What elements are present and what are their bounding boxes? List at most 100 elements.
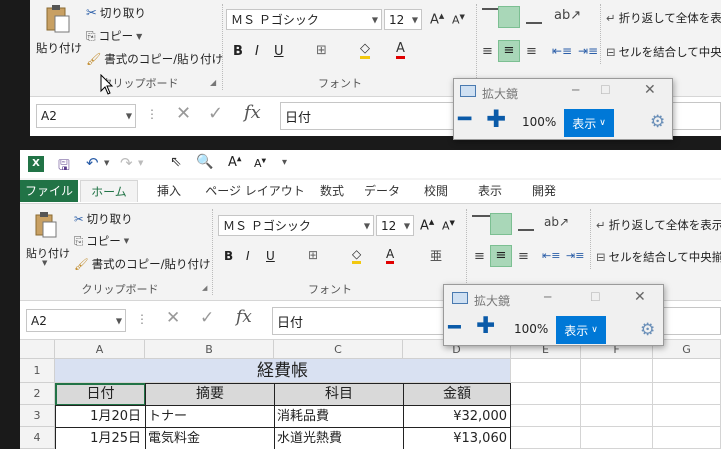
underline-icon[interactable]: U bbox=[266, 249, 275, 263]
bold-icon[interactable]: B bbox=[233, 44, 243, 59]
copy-button[interactable]: ⎘ コピー ▼ bbox=[86, 28, 142, 44]
align-bottom-icon[interactable] bbox=[526, 10, 542, 24]
align-left-icon[interactable]: ≡ bbox=[474, 249, 485, 264]
cell[interactable] bbox=[511, 383, 581, 405]
cell[interactable] bbox=[511, 405, 581, 427]
wrap-text-button[interactable]: ↵ 折り返して全体を表示 bbox=[596, 217, 721, 233]
cut-button[interactable]: ✂ 切り取り bbox=[86, 5, 146, 21]
column-header-a[interactable]: A bbox=[55, 340, 145, 359]
font-name-select[interactable]: ＭＳ Ｐゴシック ▼ bbox=[226, 9, 382, 30]
font-name-select[interactable]: ＭＳ Ｐゴシック ▼ bbox=[218, 215, 374, 236]
dialog-launcher-icon[interactable]: ◢ bbox=[202, 284, 207, 292]
date-cell[interactable]: 1月20日 bbox=[55, 405, 146, 428]
chevron-down-icon[interactable]: ▼ bbox=[138, 159, 143, 167]
paste-button[interactable]: 貼り付け ▼ bbox=[26, 209, 70, 267]
cut-button[interactable]: ✂ 切り取り bbox=[74, 211, 133, 227]
format-painter-button[interactable]: 🖌 書式のコピー/貼り付け bbox=[74, 256, 210, 272]
chevron-down-icon[interactable]: ▼ bbox=[136, 32, 142, 41]
align-middle-icon[interactable] bbox=[490, 213, 512, 235]
account-cell[interactable]: 水道光熱費 bbox=[274, 427, 404, 449]
maximize-icon[interactable]: ☐ bbox=[590, 290, 601, 304]
align-middle-icon[interactable] bbox=[498, 6, 520, 28]
increase-indent-icon[interactable]: ⇥≡ bbox=[566, 249, 584, 262]
redo-icon[interactable]: ↷ bbox=[120, 154, 133, 172]
minimize-icon[interactable]: ─ bbox=[572, 83, 579, 97]
cell[interactable] bbox=[581, 405, 653, 427]
header-cell-description[interactable]: 摘要 bbox=[145, 383, 275, 406]
settings-gear-icon[interactable]: ⚙ bbox=[650, 112, 665, 132]
row-header-3[interactable]: 3 bbox=[20, 405, 55, 427]
chevron-down-icon[interactable]: ▼ bbox=[124, 237, 129, 245]
insert-function-icon[interactable]: fx bbox=[236, 307, 252, 327]
zoom-in-icon[interactable]: ✚ bbox=[476, 315, 495, 338]
row-header-4[interactable]: 4 bbox=[20, 427, 55, 449]
name-box[interactable]: A2 ▼ bbox=[26, 309, 126, 332]
font-color-icon[interactable]: A bbox=[386, 247, 395, 264]
cell[interactable] bbox=[581, 427, 653, 449]
zoom-in-icon[interactable]: ✚ bbox=[486, 107, 506, 131]
decrease-indent-icon[interactable]: ⇤≡ bbox=[542, 249, 560, 262]
tab-data[interactable]: データ bbox=[360, 180, 404, 202]
shrink-font-icon[interactable]: A▼ bbox=[442, 219, 455, 233]
increase-indent-icon[interactable]: ⇥≡ bbox=[578, 44, 598, 58]
border-icon[interactable]: ⊞ bbox=[316, 43, 327, 58]
font-size-select[interactable]: 12 ▼ bbox=[376, 215, 414, 236]
cell[interactable] bbox=[581, 383, 653, 405]
save-icon[interactable]: 🖫 bbox=[58, 155, 70, 179]
cell[interactable] bbox=[511, 359, 581, 383]
description-cell[interactable]: トナー bbox=[145, 405, 275, 428]
tab-view[interactable]: 表示 bbox=[470, 180, 510, 202]
shrink-font-icon[interactable]: A▼ bbox=[254, 157, 266, 170]
header-cell-date[interactable]: 日付 bbox=[55, 383, 146, 406]
close-icon[interactable]: ✕ bbox=[634, 289, 646, 305]
cell[interactable] bbox=[581, 359, 653, 383]
italic-icon[interactable]: I bbox=[255, 44, 259, 59]
view-menu-button[interactable]: 表示 ∨ bbox=[564, 109, 614, 137]
cell[interactable] bbox=[511, 427, 581, 449]
dialog-launcher-icon[interactable]: ◢ bbox=[210, 78, 216, 87]
chevron-down-icon[interactable]: ▼ bbox=[104, 159, 109, 167]
align-top-icon[interactable] bbox=[472, 215, 490, 231]
grow-font-icon[interactable]: A▲ bbox=[430, 12, 444, 27]
amount-cell[interactable]: ¥32,000 bbox=[403, 405, 511, 428]
phonetic-icon[interactable]: 亜 bbox=[430, 247, 442, 264]
date-cell[interactable]: 1月25日 bbox=[55, 427, 146, 449]
fill-color-icon[interactable]: ◇ bbox=[360, 42, 370, 59]
font-size-select[interactable]: 12 ▼ bbox=[384, 9, 422, 30]
pointer-icon[interactable]: ⇖ bbox=[170, 154, 182, 170]
tab-insert[interactable]: 挿入 bbox=[144, 180, 194, 202]
align-center-icon[interactable]: ≡ bbox=[490, 245, 512, 267]
align-right-icon[interactable]: ≡ bbox=[518, 249, 529, 264]
font-color-icon[interactable]: A bbox=[396, 42, 405, 59]
cell[interactable] bbox=[653, 405, 721, 427]
insert-function-icon[interactable]: fx bbox=[244, 102, 261, 123]
wrap-text-button[interactable]: ↵ 折り返して全体を表 bbox=[606, 10, 721, 26]
maximize-icon[interactable]: ☐ bbox=[600, 83, 611, 97]
tab-home[interactable]: ホーム bbox=[80, 180, 138, 202]
shrink-font-icon[interactable]: A▼ bbox=[452, 13, 465, 27]
close-icon[interactable]: ✕ bbox=[644, 82, 656, 98]
grow-font-icon[interactable]: A▲ bbox=[228, 155, 242, 170]
name-box[interactable]: A2 ▼ bbox=[36, 104, 136, 128]
tab-file[interactable]: ファイル bbox=[20, 180, 78, 202]
align-bottom-icon[interactable] bbox=[518, 217, 534, 231]
underline-icon[interactable]: U bbox=[274, 44, 284, 59]
bold-icon[interactable]: B bbox=[224, 249, 233, 263]
fill-color-icon[interactable]: ◇ bbox=[352, 247, 362, 264]
cell[interactable] bbox=[653, 427, 721, 449]
cell[interactable] bbox=[653, 359, 721, 383]
print-preview-icon[interactable]: 🔍 bbox=[196, 154, 213, 170]
header-cell-amount[interactable]: 金額 bbox=[403, 383, 511, 406]
cancel-icon[interactable]: ✕ bbox=[166, 308, 180, 328]
enter-icon[interactable]: ✓ bbox=[200, 308, 214, 328]
tab-formulas[interactable]: 数式 bbox=[312, 180, 352, 202]
column-header-b[interactable]: B bbox=[145, 340, 274, 359]
orientation-icon[interactable]: ab↗ bbox=[554, 8, 581, 23]
paste-button[interactable]: 貼り付け bbox=[36, 2, 82, 58]
align-center-icon[interactable]: ≡ bbox=[498, 40, 520, 62]
format-painter-button[interactable]: 🖌 書式のコピー/貼り付け bbox=[86, 51, 223, 67]
border-icon[interactable]: ⊞ bbox=[308, 248, 318, 262]
account-cell[interactable]: 消耗品費 bbox=[274, 405, 404, 428]
decrease-indent-icon[interactable]: ⇤≡ bbox=[552, 44, 572, 58]
minimize-icon[interactable]: ─ bbox=[544, 290, 551, 304]
